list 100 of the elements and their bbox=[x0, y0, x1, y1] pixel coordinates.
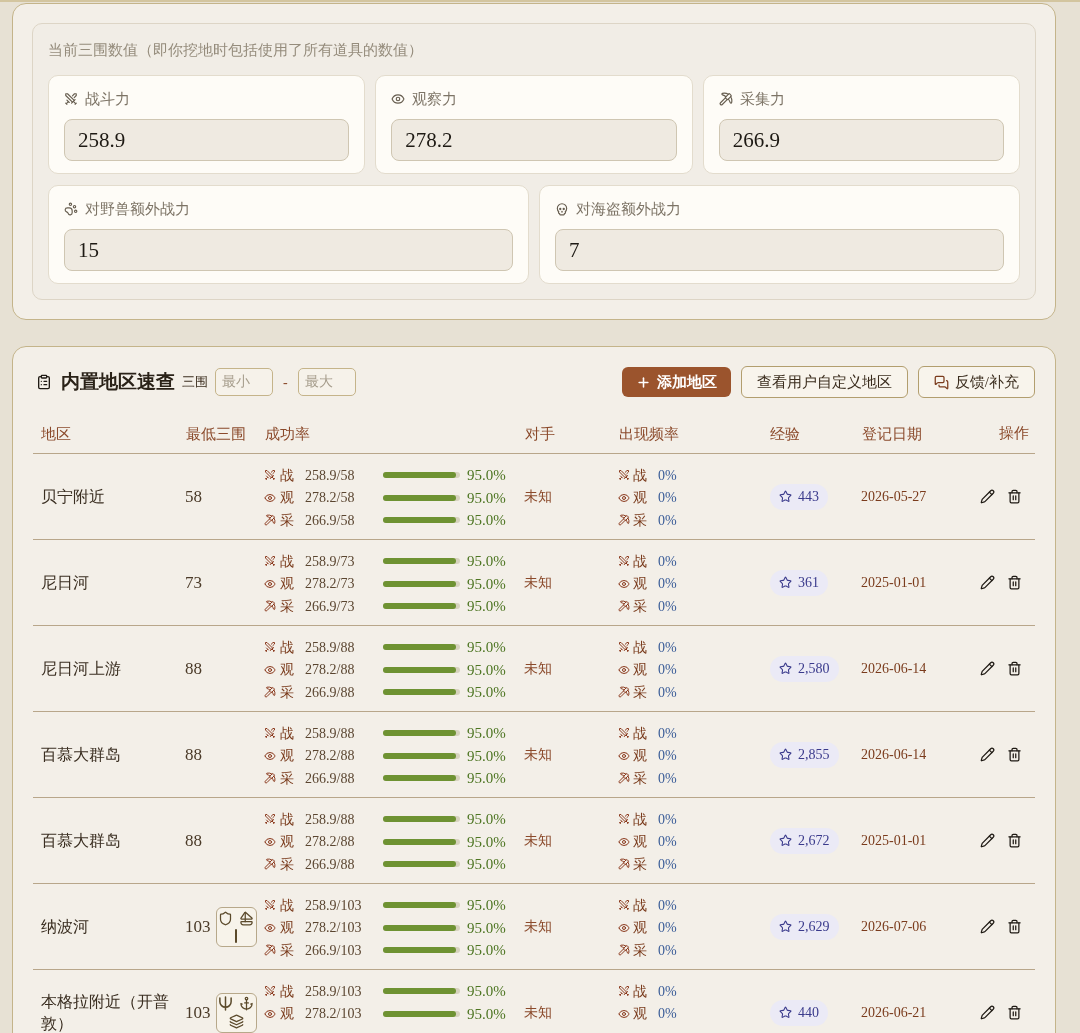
pickaxe-icon bbox=[618, 600, 630, 613]
delete-button[interactable] bbox=[1007, 661, 1022, 676]
stat-ratio: 258.9/88 bbox=[305, 638, 356, 657]
frequency-value: 0% bbox=[658, 511, 677, 530]
feedback-button[interactable]: 反馈/补充 bbox=[917, 366, 1035, 398]
crossed-swords-icon bbox=[264, 813, 276, 826]
eye-icon bbox=[618, 577, 630, 590]
edit-button[interactable] bbox=[980, 575, 995, 590]
add-region-button[interactable]: 添加地区 bbox=[621, 367, 731, 397]
pencil-icon bbox=[980, 1005, 995, 1020]
opponent-text: 未知 bbox=[524, 660, 552, 678]
trash-icon bbox=[1007, 575, 1022, 590]
frequency-value: 0% bbox=[658, 769, 677, 788]
stat-initial: 战 bbox=[633, 724, 647, 743]
crossed-swords-icon bbox=[264, 727, 276, 740]
stat-initial: 采 bbox=[280, 855, 294, 874]
delete-button[interactable] bbox=[1007, 489, 1022, 504]
date-text: 2026-06-14 bbox=[861, 660, 927, 678]
stat-value-field[interactable]: 258.9 bbox=[64, 119, 350, 161]
exp-value: 361 bbox=[798, 574, 819, 592]
edit-button[interactable] bbox=[980, 489, 995, 504]
edit-button[interactable] bbox=[980, 661, 995, 676]
stat-initial: 采 bbox=[280, 597, 294, 616]
delete-button[interactable] bbox=[1007, 919, 1022, 934]
stat-initial: 战 bbox=[633, 552, 647, 571]
trash-icon bbox=[1007, 661, 1022, 676]
crossed-swords-icon bbox=[64, 92, 78, 106]
frequency-value: 0% bbox=[658, 855, 677, 874]
eye-icon bbox=[264, 835, 276, 848]
edit-button[interactable] bbox=[980, 1005, 995, 1020]
stat-value-field[interactable]: 266.9 bbox=[718, 119, 1004, 161]
eye-icon bbox=[264, 491, 276, 504]
success-rate: 95.0% bbox=[467, 1004, 506, 1024]
success-rate: 95.0% bbox=[467, 511, 506, 530]
stat-value-field[interactable]: 7 bbox=[555, 229, 1004, 271]
success-rate: 95.0% bbox=[467, 896, 506, 915]
star-icon bbox=[779, 748, 792, 761]
stat-ratio: 278.2/103 bbox=[305, 919, 363, 938]
trash-icon bbox=[1007, 919, 1022, 934]
stat-label: 对海盗额外战力 bbox=[576, 199, 681, 219]
stat-initial: 战 bbox=[280, 724, 294, 743]
stat-initial: 采 bbox=[633, 511, 647, 530]
exp-value: 2,855 bbox=[798, 746, 830, 764]
crossed-swords-icon bbox=[618, 813, 630, 826]
custom-regions-button[interactable]: 查看用户自定义地区 bbox=[740, 366, 908, 398]
stat-initial: 观 bbox=[280, 1005, 294, 1024]
stat-ratio: 278.2/88 bbox=[305, 661, 356, 680]
stat-ratio: 278.2/103 bbox=[305, 1005, 363, 1024]
eye-icon bbox=[264, 749, 276, 762]
pickaxe-icon bbox=[264, 772, 276, 785]
stat-label: 战斗力 bbox=[85, 89, 130, 109]
pencil-icon bbox=[980, 747, 995, 762]
stat-initial: 观 bbox=[280, 489, 294, 508]
pencil-icon bbox=[980, 489, 995, 504]
stat-initial: 观 bbox=[633, 575, 647, 594]
delete-button[interactable] bbox=[1007, 833, 1022, 848]
stat-initial: 观 bbox=[280, 919, 294, 938]
trash-icon bbox=[1007, 747, 1022, 762]
edit-button[interactable] bbox=[980, 833, 995, 848]
stat-initial: 观 bbox=[633, 833, 647, 852]
exp-value: 2,629 bbox=[798, 918, 830, 936]
delete-button[interactable] bbox=[1007, 1005, 1022, 1020]
pencil-icon bbox=[980, 919, 995, 934]
min-field[interactable]: 最小 bbox=[215, 368, 273, 396]
date-text: 2026-06-14 bbox=[861, 746, 927, 764]
edit-button[interactable] bbox=[980, 919, 995, 934]
min-stat: 58 bbox=[185, 485, 202, 508]
success-rate: 95.0% bbox=[467, 918, 506, 938]
stat-ratio: 266.9/88 bbox=[305, 683, 356, 702]
stat-initial: 战 bbox=[280, 810, 294, 829]
stat-value-field[interactable]: 15 bbox=[64, 229, 513, 271]
min-stat: 103 bbox=[185, 1001, 211, 1024]
anchor-icon bbox=[239, 996, 255, 1011]
opponent-text: 未知 bbox=[524, 746, 552, 764]
star-icon bbox=[779, 662, 792, 675]
delete-button[interactable] bbox=[1007, 747, 1022, 762]
stat-initial: 观 bbox=[633, 661, 647, 680]
frequency-value: 0% bbox=[658, 919, 677, 938]
pickaxe-icon bbox=[618, 772, 630, 785]
stat-initial: 观 bbox=[280, 747, 294, 766]
stat-ratio: 278.2/58 bbox=[305, 489, 356, 508]
stat-value-field[interactable]: 278.2 bbox=[391, 119, 677, 161]
star-icon bbox=[779, 920, 792, 933]
max-field[interactable]: 最大 bbox=[297, 368, 356, 396]
success-rate: 95.0% bbox=[467, 660, 506, 680]
vertical-line-icon bbox=[235, 928, 238, 943]
frequency-value: 0% bbox=[658, 489, 677, 508]
frequency-value: 0% bbox=[658, 833, 677, 852]
edit-button[interactable] bbox=[980, 747, 995, 762]
region-name: 尼日河上游 bbox=[41, 658, 121, 679]
stat-initial: 战 bbox=[633, 466, 647, 485]
success-rate: 95.0% bbox=[467, 638, 506, 657]
opponent-text: 未知 bbox=[524, 918, 552, 936]
min-stat: 73 bbox=[185, 571, 202, 594]
delete-button[interactable] bbox=[1007, 575, 1022, 590]
success-rate: 95.0% bbox=[467, 982, 506, 1001]
stat-ratio: 266.9/88 bbox=[305, 769, 356, 788]
trash-icon bbox=[1007, 833, 1022, 848]
region-name: 百慕大群岛 bbox=[41, 830, 121, 851]
stat-initial: 战 bbox=[280, 466, 294, 485]
